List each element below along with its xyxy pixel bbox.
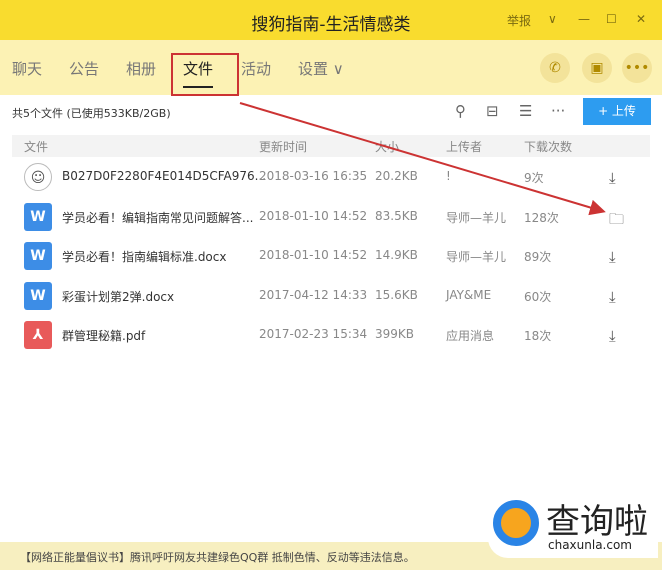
file-row[interactable]: ⅄ 群管理秘籍.pdf 2017-02-23 15:34 399KB 应用消息 …	[12, 315, 650, 355]
file-size: 399KB	[375, 327, 415, 341]
inbox-icon[interactable]: ⊟	[486, 102, 499, 120]
logo-q-icon	[493, 500, 539, 546]
file-downloads: 128次	[524, 210, 559, 225]
report-link[interactable]: 举报	[507, 12, 531, 29]
file-uploader: 导师—羊儿	[446, 250, 507, 264]
file-row[interactable]: W 彩蛋计划第2弹.docx 2017-04-12 14:33 15.6KB J…	[12, 276, 650, 316]
calendar-icon[interactable]: ▣	[582, 53, 612, 83]
column-header-size[interactable]: 大小	[375, 138, 399, 155]
file-downloads: 18次	[524, 329, 552, 343]
file-size: 14.9KB	[375, 248, 418, 262]
download-icon[interactable]: ⤓	[609, 288, 616, 306]
file-uploader: 导师—羊儿	[446, 210, 507, 225]
chevron-down-icon[interactable]: ∨	[548, 12, 557, 26]
file-time: 2017-04-12 14:33	[259, 287, 368, 302]
file-row[interactable]: W 学员必看！编辑指南常见问题解答... 2018-01-10 14:52 83…	[12, 197, 650, 237]
tab-settings[interactable]: 设置 ∨	[298, 58, 344, 79]
file-uploader: 应用消息	[446, 329, 495, 343]
file-time: 2017-02-23 15:34	[259, 327, 368, 341]
file-time: 2018-01-10 14:52	[259, 208, 368, 223]
more-icon[interactable]: •••	[622, 53, 652, 83]
table-header: 文件 更新时间 大小 上传者 下载次数	[12, 135, 650, 157]
download-icon[interactable]: ⤓	[609, 327, 616, 345]
column-header-uploader[interactable]: 上传者	[446, 138, 482, 155]
file-uploader: JAY&ME	[446, 287, 492, 302]
download-icon[interactable]: ⤓	[609, 248, 616, 266]
annotation-highlight-box	[171, 53, 239, 96]
file-name[interactable]: B027D0F2280F4E014D5CFA976...	[62, 169, 266, 183]
word-file-icon: W	[24, 281, 52, 310]
tab-activities[interactable]: 活动	[241, 58, 271, 79]
tab-album[interactable]: 相册	[126, 58, 156, 79]
tab-bar: 聊天 公告 相册 文件 活动 设置 ∨ ✆ ▣ •••	[0, 40, 662, 95]
list-view-icon[interactable]: ☰	[519, 102, 532, 120]
file-time: 2018-01-10 14:52	[259, 248, 368, 262]
file-downloads: 60次	[524, 289, 552, 304]
word-file-icon: W	[24, 242, 52, 270]
file-downloads: 89次	[524, 250, 552, 264]
file-size: 15.6KB	[375, 287, 418, 302]
watermark-logo: 查询啦 chaxunla.com	[488, 492, 658, 558]
tab-announcements[interactable]: 公告	[69, 58, 99, 79]
maximize-button[interactable]: ☐	[606, 12, 617, 26]
minimize-button[interactable]: —	[578, 12, 590, 26]
file-summary: 共5个文件 (已使用533KB/2GB)	[12, 107, 171, 120]
file-time: 2018-03-16 16:35	[259, 169, 368, 183]
file-name[interactable]: 学员必看！指南编辑标准.docx	[62, 248, 226, 265]
column-header-file[interactable]: 文件	[24, 138, 48, 155]
close-button[interactable]: ✕	[636, 12, 646, 26]
file-name[interactable]: 学员必看！编辑指南常见问题解答...	[62, 209, 253, 226]
file-row[interactable]: W 学员必看！指南编辑标准.docx 2018-01-10 14:52 14.9…	[12, 236, 650, 276]
column-header-downloads[interactable]: 下载次数	[524, 138, 572, 155]
file-uploader: !	[446, 169, 451, 183]
title-bar: 搜狗指南-生活情感类 举报 ∨ — ☐ ✕	[0, 0, 662, 40]
tab-chat[interactable]: 聊天	[12, 58, 42, 79]
image-file-icon: ☺	[24, 163, 52, 191]
phone-icon[interactable]: ✆	[540, 53, 570, 83]
file-size: 83.5KB	[375, 208, 418, 223]
file-downloads: 9次	[524, 171, 544, 185]
notice-text[interactable]: 【网络正能量倡议书】腾讯呼吁网友共建绿色QQ群 抵制色情、反动等违法信息。	[20, 549, 415, 565]
file-row[interactable]: ☺ B027D0F2280F4E014D5CFA976... 2018-03-1…	[12, 157, 650, 197]
watermark-text: 查询啦	[546, 502, 648, 542]
window-title: 搜狗指南-生活情感类	[251, 15, 411, 35]
file-name[interactable]: 彩蛋计划第2弹.docx	[62, 288, 174, 305]
more-options-icon[interactable]: ···	[551, 102, 565, 120]
search-icon[interactable]: ⚲	[455, 102, 466, 120]
pdf-file-icon: ⅄	[24, 321, 52, 349]
download-icon[interactable]: ⤓	[609, 169, 616, 187]
column-header-time[interactable]: 更新时间	[259, 138, 307, 155]
file-size: 20.2KB	[375, 169, 418, 183]
watermark-domain: chaxunla.com	[548, 538, 632, 552]
upload-button[interactable]: + 上传	[583, 98, 651, 125]
file-name[interactable]: 群管理秘籍.pdf	[62, 327, 145, 344]
word-file-icon: W	[24, 202, 52, 231]
folder-icon[interactable]: 🗀	[609, 209, 624, 234]
